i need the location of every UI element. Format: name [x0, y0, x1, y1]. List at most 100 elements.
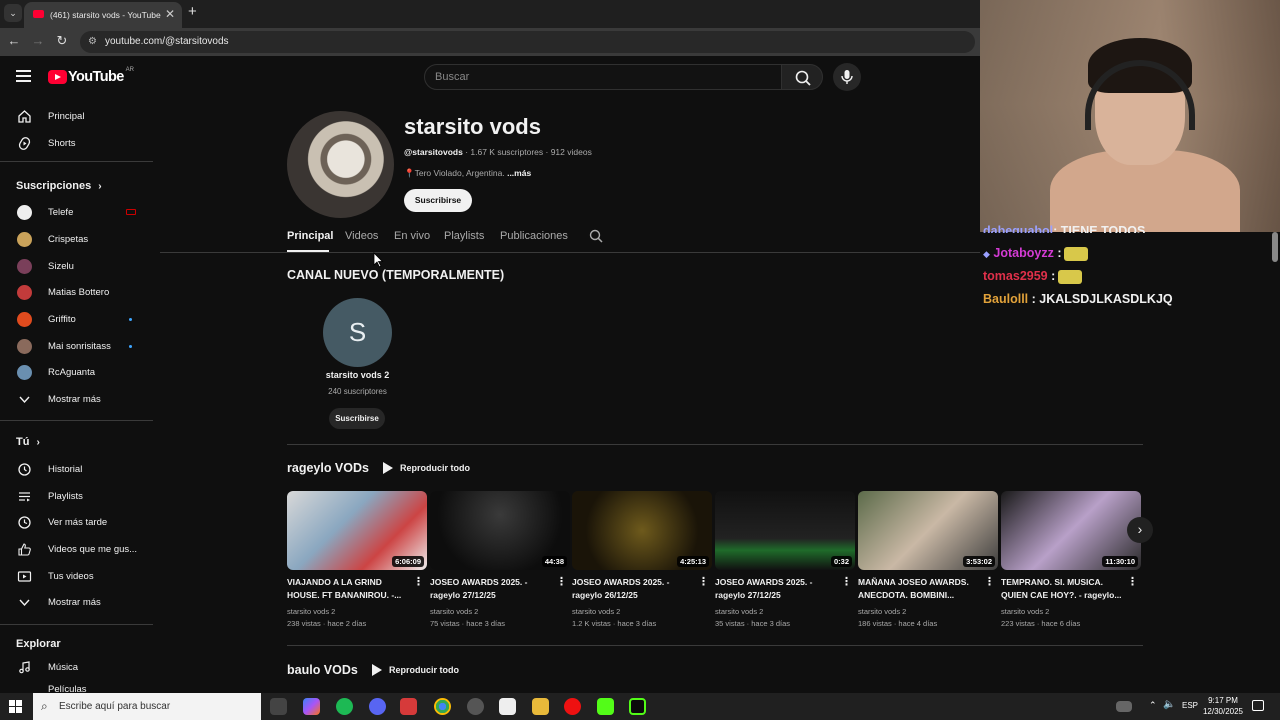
keyboard-icon[interactable]	[1116, 701, 1132, 712]
browser-tab[interactable]: (461) starsito vods - YouTube ✕	[24, 2, 182, 28]
video-title[interactable]: TEMPRANO. SI. MUSICA. QUIEN CAE HOY?. - …	[1001, 576, 1127, 602]
volume-icon[interactable]: 🔈	[1163, 699, 1175, 710]
video-editor-icon[interactable]	[400, 698, 417, 715]
sidebar-sub-sizelu[interactable]: Sizelu	[0, 253, 150, 279]
video-title[interactable]: VIAJANDO A LA GRIND HOUSE. FT BANANIROU.…	[287, 576, 413, 602]
sidebar-sub-griffito[interactable]: Griffito	[0, 306, 150, 332]
video-card[interactable]: 4:25:13 JOSEO AWARDS 2025. - rageylo 26/1…	[572, 491, 712, 628]
sidebar-item-tus-videos[interactable]: Tus videos	[0, 563, 150, 589]
more-options-icon[interactable]: ⋮	[413, 575, 424, 588]
video-thumbnail[interactable]: 11:30:10	[1001, 491, 1141, 570]
url-field[interactable]: ⚙ youtube.com/@starsitovods	[80, 31, 975, 53]
sidebar-sub-rcaguanta[interactable]: RcAguanta	[0, 359, 150, 385]
video-thumbnail[interactable]: 4:25:13	[572, 491, 712, 570]
you-heading[interactable]: Tú ›	[16, 436, 40, 448]
tab-search-button[interactable]: ⌄	[4, 4, 22, 22]
site-info-icon[interactable]: ⚙	[88, 31, 97, 53]
channel-description[interactable]: 📍Tero Violado, Argentina. ...más	[404, 168, 531, 179]
featured-channel-name[interactable]: starsito vods 2	[287, 370, 428, 380]
new-tab-button[interactable]: +	[188, 3, 197, 20]
page-scrollbar[interactable]	[1272, 232, 1278, 262]
video-channel[interactable]: starsito vods 2	[715, 607, 855, 616]
tab-videos[interactable]: Videos	[345, 230, 378, 242]
reload-button[interactable]: ↻	[53, 33, 71, 49]
app-icon[interactable]	[499, 698, 516, 715]
play-all-button[interactable]: Reproducir todo	[383, 462, 470, 474]
back-button[interactable]: ←	[5, 33, 23, 48]
sidebar-item-shorts[interactable]: Shorts	[0, 130, 150, 156]
play-all-button[interactable]: Reproducir todo	[372, 664, 459, 676]
subscribe-button[interactable]: Suscribirse	[404, 189, 472, 212]
tab-playlists[interactable]: Playlists	[444, 230, 484, 242]
more-options-icon[interactable]: ⋮	[556, 575, 567, 588]
more-options-icon[interactable]: ⋮	[984, 575, 995, 588]
sidebar-item-peliculas[interactable]: Películas	[0, 681, 150, 693]
spotify-icon[interactable]	[336, 698, 353, 715]
more-link[interactable]: ...más	[507, 168, 531, 178]
kick-icon[interactable]	[629, 698, 646, 715]
more-options-icon[interactable]: ⋮	[1127, 575, 1138, 588]
sidebar-sub-telefe[interactable]: Telefe	[0, 199, 150, 225]
shelf-title[interactable]: rageylo VODs	[287, 461, 369, 475]
sidebar-item-playlists[interactable]: Playlists	[0, 483, 150, 509]
more-options-icon[interactable]: ⋮	[698, 575, 709, 588]
opera-icon[interactable]	[564, 698, 581, 715]
sidebar-item-liked-videos[interactable]: Videos que me gus...	[0, 536, 150, 562]
video-card[interactable]: 11:30:10 TEMPRANO. SI. MUSICA. QUIEN CAE …	[1001, 491, 1141, 628]
sidebar-item-ver-mas-tarde[interactable]: Ver más tarde	[0, 509, 150, 535]
tab-en-vivo[interactable]: En vivo	[394, 230, 430, 242]
menu-icon[interactable]	[16, 70, 31, 82]
video-channel[interactable]: starsito vods 2	[858, 607, 998, 616]
featured-channel-avatar[interactable]: S	[323, 298, 392, 367]
shelf-title[interactable]: baulo VODs	[287, 663, 358, 677]
channel-avatar-large[interactable]	[287, 111, 394, 218]
more-options-icon[interactable]: ⋮	[841, 575, 852, 588]
taskbar-search-input[interactable]: ⌕ Escribe aquí para buscar	[33, 693, 261, 720]
close-tab-icon[interactable]: ✕	[165, 7, 175, 21]
windows-start-icon[interactable]	[9, 700, 22, 713]
video-title[interactable]: JOSEO AWARDS 2025. - rageylo 27/12/25	[715, 576, 841, 602]
video-title[interactable]: JOSEO AWARDS 2025. - rageylo 26/12/25	[572, 576, 698, 602]
taskbar-clock[interactable]: 9:17 PM 12/30/2025	[1198, 695, 1248, 717]
sidebar-item-historial[interactable]: Historial	[0, 456, 150, 482]
video-thumbnail[interactable]: 3:53:02	[858, 491, 998, 570]
notifications-icon[interactable]	[1252, 700, 1264, 711]
file-explorer-icon[interactable]	[532, 698, 549, 715]
voice-search-button[interactable]	[833, 63, 861, 91]
copilot-icon[interactable]	[303, 698, 320, 715]
tray-chevron-icon[interactable]: ⌃	[1149, 700, 1157, 711]
sidebar-item-musica[interactable]: Música	[0, 654, 150, 680]
video-channel[interactable]: starsito vods 2	[572, 607, 712, 616]
tab-publicaciones[interactable]: Publicaciones	[500, 230, 568, 242]
sidebar-item-principal[interactable]: Principal	[0, 103, 150, 129]
subscriptions-heading[interactable]: Suscripciones ›	[16, 180, 102, 192]
channel-search-icon[interactable]	[589, 229, 604, 244]
search-input[interactable]: Buscar	[424, 64, 782, 90]
sidebar-show-more[interactable]: Mostrar más	[0, 386, 150, 412]
video-title[interactable]: MAÑANA JOSEO AWARDS. ANECDOTA. BOMBINI..…	[858, 576, 984, 602]
task-view-icon[interactable]	[270, 698, 287, 715]
video-channel[interactable]: starsito vods 2	[287, 607, 427, 616]
video-card[interactable]: 44:38 JOSEO AWARDS 2025. - rageylo 27/12/…	[430, 491, 570, 628]
chrome-icon[interactable]	[434, 698, 451, 715]
video-channel[interactable]: starsito vods 2	[1001, 607, 1141, 616]
video-channel[interactable]: starsito vods 2	[430, 607, 570, 616]
sidebar-sub-matias-bottero[interactable]: Matias Bottero	[0, 279, 150, 305]
discord-icon[interactable]	[369, 698, 386, 715]
video-title[interactable]: JOSEO AWARDS 2025. - rageylo 27/12/25	[430, 576, 556, 602]
sidebar-sub-mai-sonrisitass[interactable]: Mai sonrisitass	[0, 333, 150, 359]
search-button[interactable]	[781, 64, 823, 90]
youtube-logo[interactable]: YouTube AR	[48, 67, 134, 85]
video-card[interactable]: 0:32 JOSEO AWARDS 2025. - rageylo 27/12/2…	[715, 491, 855, 628]
forward-button[interactable]: →	[29, 33, 47, 48]
kick-app-icon[interactable]	[597, 698, 614, 715]
video-thumbnail[interactable]: 44:38	[430, 491, 570, 570]
shelf-next-button[interactable]: ›	[1127, 517, 1153, 543]
video-thumbnail[interactable]: 6:06:09	[287, 491, 427, 570]
video-card[interactable]: 6:06:09 VIAJANDO A LA GRIND HOUSE. FT BAN…	[287, 491, 427, 628]
sidebar-sub-crispetas[interactable]: Crispetas	[0, 226, 150, 252]
video-thumbnail[interactable]: 0:32	[715, 491, 855, 570]
featured-subscribe-button[interactable]: Suscribirse	[329, 408, 385, 429]
video-card[interactable]: 3:53:02 MAÑANA JOSEO AWARDS. ANECDOTA. BO…	[858, 491, 998, 628]
sidebar-show-more-2[interactable]: Mostrar más	[0, 589, 150, 615]
